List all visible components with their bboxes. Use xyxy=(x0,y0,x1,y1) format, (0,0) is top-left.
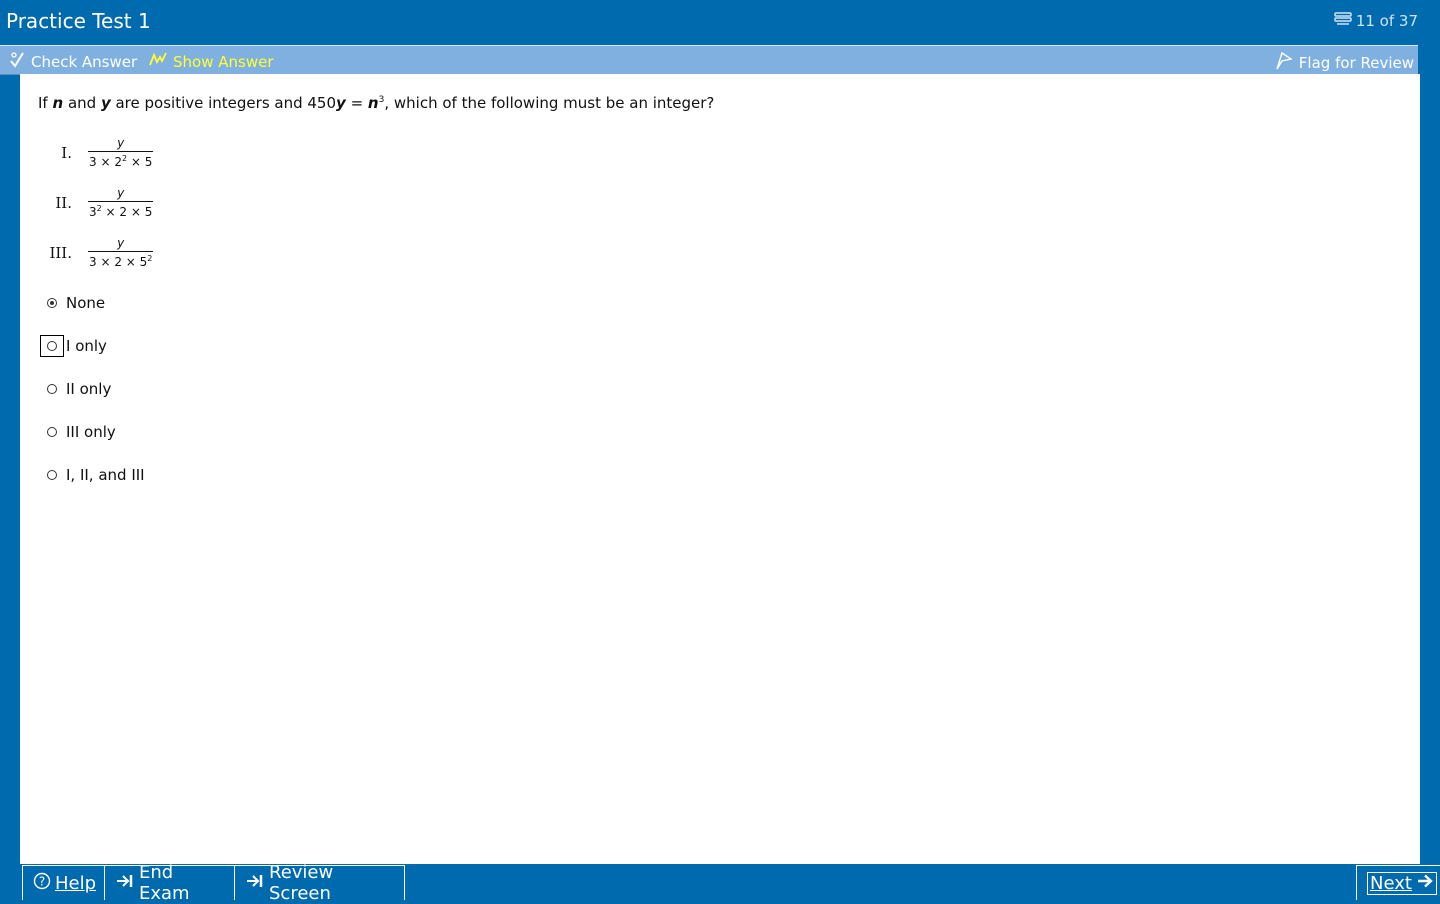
radio-button[interactable] xyxy=(47,298,57,308)
den-exponent: 2 xyxy=(147,254,153,263)
den-part: 3 × 2 × 5 xyxy=(89,255,148,269)
choice-label: III only xyxy=(66,423,116,441)
choice-label: II only xyxy=(66,380,112,398)
radio-button[interactable] xyxy=(47,341,57,351)
title-bar: Practice Test 1 11 of 37 xyxy=(0,0,1440,44)
check-icon xyxy=(8,51,26,73)
radio-wrapper xyxy=(40,464,64,486)
statement-2: II. y 32 × 2 × 5 xyxy=(40,186,154,219)
end-exam-button[interactable]: End Exam xyxy=(105,862,235,904)
list-icon xyxy=(1334,12,1352,30)
fraction-denominator: 3 × 22 × 5 xyxy=(88,151,154,169)
question-part: and xyxy=(63,94,101,112)
radio-wrapper xyxy=(40,335,64,357)
statement-fraction: y 32 × 2 × 5 xyxy=(88,186,154,219)
flag-icon xyxy=(1274,51,1294,75)
next-focus-box: Next xyxy=(1367,871,1437,895)
exit-icon xyxy=(115,873,135,894)
help-button[interactable]: ? Help xyxy=(22,865,105,900)
den-part: 3 × 2 xyxy=(89,155,122,169)
fraction-numerator: y xyxy=(117,236,125,250)
question-part: are positive integers and 450 xyxy=(110,94,337,112)
help-label: Help xyxy=(55,872,97,894)
question-part: , which of the following must be an inte… xyxy=(384,94,715,112)
toolbar: Check Answer Show Answer Flag for Review xyxy=(0,45,1418,75)
question-var: y xyxy=(336,94,346,112)
radio-wrapper xyxy=(40,378,64,400)
statement-fraction: y 3 × 22 × 5 xyxy=(88,136,154,169)
review-screen-label: Review Screen xyxy=(269,862,334,904)
radio-wrapper xyxy=(40,292,64,314)
footer-bar: ? Help End Exam Review Screen Next xyxy=(0,862,1440,904)
den-part: × 2 × 5 xyxy=(101,205,153,219)
question-var: n xyxy=(52,94,64,112)
statement-numeral: II. xyxy=(55,193,72,212)
next-button[interactable]: Next xyxy=(1356,865,1440,900)
flag-for-review-button[interactable]: Flag for Review xyxy=(1274,51,1414,75)
choice-label: I only xyxy=(66,337,107,355)
question-part: = xyxy=(345,94,368,112)
question-panel: If n and y are positive integers and 450… xyxy=(20,74,1420,864)
choice-none[interactable]: None xyxy=(40,292,105,314)
show-answer-button[interactable]: Show Answer xyxy=(148,51,274,73)
radio-button[interactable] xyxy=(47,470,57,480)
end-exam-label: End Exam xyxy=(139,862,190,904)
fraction-numerator: y xyxy=(117,136,125,150)
fraction-numerator: y xyxy=(117,186,125,200)
help-icon: ? xyxy=(33,872,51,895)
question-counter: 11 of 37 xyxy=(1334,12,1418,30)
choice-iii-only[interactable]: III only xyxy=(40,421,116,443)
statement-numeral: III. xyxy=(49,243,72,262)
question-var: n xyxy=(367,94,379,112)
radio-button[interactable] xyxy=(47,427,57,437)
review-screen-button[interactable]: Review Screen xyxy=(235,862,405,904)
check-answer-label: Check Answer xyxy=(31,53,138,71)
show-answer-icon xyxy=(148,51,168,73)
window-title: Practice Test 1 xyxy=(6,9,151,33)
choice-ii-only[interactable]: II only xyxy=(40,378,111,400)
fraction-denominator: 3 × 2 × 52 xyxy=(88,251,154,269)
question-text: If n and y are positive integers and 450… xyxy=(38,94,714,112)
arrow-right-icon xyxy=(1416,873,1434,894)
check-answer-button[interactable]: Check Answer xyxy=(8,51,137,73)
next-label: Next xyxy=(1370,872,1412,894)
question-counter-text: 11 of 37 xyxy=(1355,12,1418,30)
question-part: If xyxy=(38,94,53,112)
choice-label: None xyxy=(66,294,106,312)
den-part: × 5 xyxy=(127,155,153,169)
statement-1: I. y 3 × 22 × 5 xyxy=(40,136,154,169)
statement-3: III. y 3 × 2 × 52 xyxy=(40,236,154,269)
flag-for-review-label: Flag for Review xyxy=(1298,54,1414,72)
radio-wrapper xyxy=(40,421,64,443)
review-arrow-icon xyxy=(245,873,265,894)
show-answer-label: Show Answer xyxy=(173,53,274,71)
choice-all[interactable]: I, II, and III xyxy=(40,464,145,486)
den-part: 3 xyxy=(89,205,97,219)
question-var: y xyxy=(100,94,111,112)
choice-i-only[interactable]: I only xyxy=(40,335,107,357)
choice-label: I, II, and III xyxy=(66,466,145,484)
statement-fraction: y 3 × 2 × 52 xyxy=(88,236,154,269)
radio-button[interactable] xyxy=(47,384,57,394)
statement-numeral: I. xyxy=(61,143,72,162)
svg-text:?: ? xyxy=(39,874,45,888)
fraction-denominator: 32 × 2 × 5 xyxy=(88,201,154,219)
